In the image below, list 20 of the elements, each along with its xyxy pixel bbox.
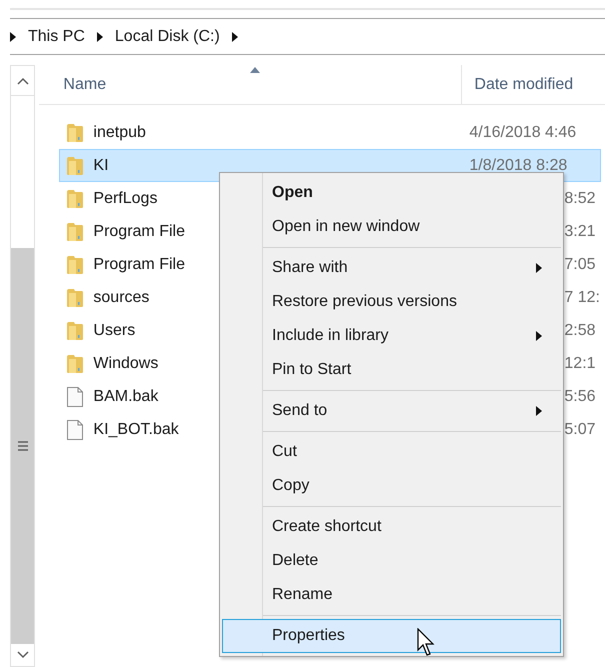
date-cell-text: 5:56 [564, 386, 596, 406]
date-cell-text: 7 12: [564, 288, 600, 308]
date-cell-text: 3:21 [564, 222, 596, 242]
date-cell-text: 8:52 [564, 188, 596, 208]
file-name: PerfLogs [93, 188, 158, 208]
date-cell-text: 4/16/2018 4:46 [469, 122, 576, 142]
file-name: Program File [93, 222, 185, 242]
date-cell-text: 5:07 [564, 420, 596, 440]
file-name: Program File [93, 254, 185, 274]
file-name: KI [93, 156, 109, 176]
date-cell-text: 2:58 [564, 320, 596, 340]
date-cell-text: 1/8/2018 8:28 [469, 156, 568, 176]
file-name: Users [93, 320, 136, 340]
file-name: KI_BOT.bak [93, 420, 179, 440]
file-name: BAM.bak [93, 386, 158, 406]
file-name: sources [93, 288, 150, 308]
file-name: inetpub [93, 122, 146, 142]
file-name: Windows [93, 354, 158, 374]
date-cell-text: 12:1 [564, 354, 596, 374]
date-cell-text: 7:05 [564, 254, 596, 274]
